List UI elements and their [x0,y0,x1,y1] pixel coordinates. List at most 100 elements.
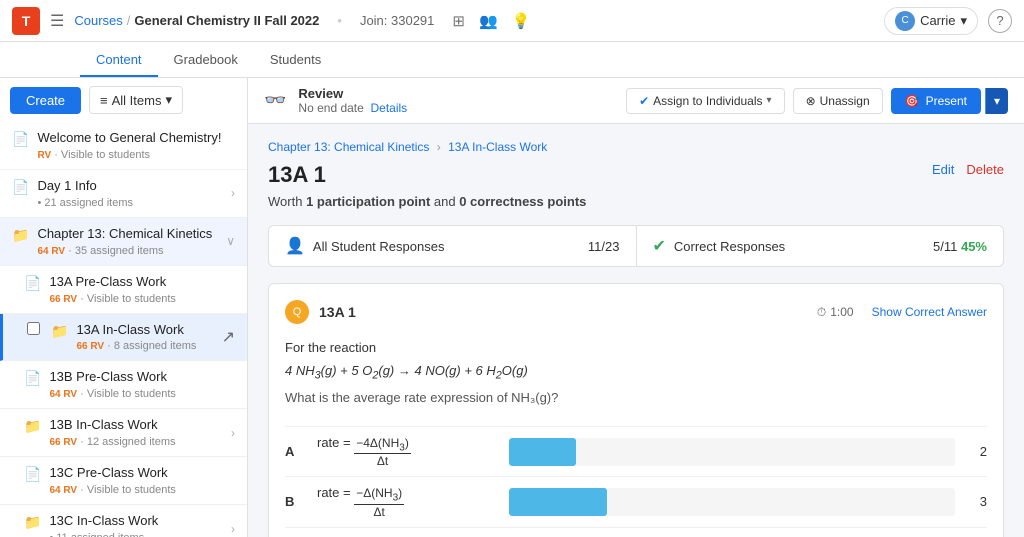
content-area: 👓 Review No end date Details ✔ Assign to… [248,78,1024,537]
filter-icon: ≡ [100,93,108,108]
sidebar-item-13a-in[interactable]: 📁 13A In-Class Work 66 RV · 8 assigned i… [0,314,247,362]
timer-value: 1:00 [830,305,853,319]
bc-ch13[interactable]: Chapter 13: Chemical Kinetics [268,140,429,154]
sidebar-item-day1[interactable]: 📄 Day 1 Info • 21 assigned items › [0,170,247,218]
question-text: What is the average rate expression of N… [285,386,987,409]
hamburger-icon[interactable]: ☰ [50,11,64,31]
item-title: 13A Pre-Class Work [49,274,235,291]
bc-13a[interactable]: 13A In-Class Work [448,140,547,154]
assign-caret-icon: ▾ [767,95,772,106]
check-icon: ✔ [639,94,649,108]
sidebar-item-13c-pre[interactable]: 📄 13C Pre-Class Work 64 RV · Visible to … [0,457,247,505]
answer-count-b: 3 [967,494,987,509]
item-title: Welcome to General Chemistry! [37,130,235,147]
tab-content[interactable]: Content [80,44,158,77]
sidebar-item-13a-pre[interactable]: 📄 13A Pre-Class Work 66 RV · Visible to … [0,266,247,314]
unassign-icon: ⊗ [806,94,816,108]
sub-nav: Content Gradebook Students [0,42,1024,78]
item-title: 13B Pre-Class Work [49,369,235,386]
sidebar-item-13b-pre[interactable]: 📄 13B Pre-Class Work 64 RV · Visible to … [0,361,247,409]
settings-icon[interactable]: ⊞ [452,12,465,30]
delete-button[interactable]: Delete [966,162,1004,177]
page-title: 13A 1 [268,162,326,188]
review-bar: 👓 Review No end date Details ✔ Assign to… [248,78,1024,124]
answer-bar-container-a [509,438,955,466]
sidebar-item-13c-in[interactable]: 📁 13C In-Class Work • 11 assigned items … [0,505,247,537]
folder-icon: 📁 [12,227,29,244]
main-content: Chapter 13: Chemical Kinetics › 13A In-C… [248,124,1024,537]
edit-delete-actions: Edit Delete [932,162,1004,177]
item-meta: • 21 assigned items [37,197,223,209]
create-button[interactable]: Create [10,87,81,114]
assign-to-individuals-button[interactable]: ✔ Assign to Individuals ▾ [626,88,785,114]
present-button[interactable]: 🎯 Present [891,88,981,114]
users-icon[interactable]: 👥 [479,12,498,30]
stats-row: 👤 All Student Responses 11/23 ✔ Correct … [268,225,1004,267]
answer-count-a: 2 [967,444,987,459]
item-title: 13C Pre-Class Work [49,465,235,482]
answer-row-a: A rate = −4Δ(NH3) Δt [285,426,987,476]
answer-row-b: B rate = −Δ(NH3) Δt [285,476,987,526]
show-correct-answer-link[interactable]: Show Correct Answer [872,305,987,319]
edit-button[interactable]: Edit [932,162,954,177]
review-title: Review [298,86,407,101]
nav-icons: ⊞ 👥 💡 [452,12,530,30]
details-link[interactable]: Details [370,101,407,115]
review-actions: ✔ Assign to Individuals ▾ ⊗ Unassign 🎯 P… [626,88,1008,114]
answer-letter-a: A [285,444,305,459]
answer-bar-a [509,438,576,466]
folder-icon: 📁 [51,323,68,340]
breadcrumb-sep: / [127,13,131,28]
item-title: 13C In-Class Work [49,513,223,530]
sidebar-item-welcome[interactable]: 📄 Welcome to General Chemistry! RV · Vis… [0,122,247,170]
review-noenddate: No end date [298,101,363,115]
answer-bar-container-b [509,488,955,516]
user-menu[interactable]: C Carrie ▾ [884,7,978,35]
present-dropdown-button[interactable]: ▾ [985,88,1008,114]
file-icon: 📄 [24,466,41,483]
user-chevron-icon: ▾ [960,13,967,29]
file-icon: 📄 [12,179,29,196]
sidebar: Create ≡ All Items ▾ 📄 Welcome to Genera… [0,78,248,537]
item-title: Chapter 13: Chemical Kinetics [37,226,218,243]
bulb-icon[interactable]: 💡 [512,12,531,30]
answer-bar-b [509,488,607,516]
avatar: C [895,11,915,31]
review-icon: 👓 [264,90,286,111]
tab-gradebook[interactable]: Gradebook [158,44,254,77]
unassign-button[interactable]: ⊗ Unassign [793,88,883,114]
question-header: Q 13A 1 ⏱ 1:00 Show Correct Answer [285,300,987,324]
tab-students[interactable]: Students [254,44,337,77]
sidebar-item-13b-in[interactable]: 📁 13B In-Class Work 66 RV · 12 assigned … [0,409,247,457]
review-sub: No end date Details [298,101,407,115]
question-equation: 4 NH3(g) + 5 O2(g) → 4 NO(g) + 6 H2O(g) [285,359,987,386]
item-meta: RV · Visible to students [37,149,235,161]
item-title: Day 1 Info [37,178,223,195]
breadcrumb-courses[interactable]: Courses [74,13,122,28]
question-label: 13A 1 [319,304,356,320]
question-body: For the reaction 4 NH3(g) + 5 O2(g) → 4 … [285,336,987,410]
present-label: Present [926,94,967,108]
sidebar-item-ch13[interactable]: 📁 Chapter 13: Chemical Kinetics 64 RV · … [0,218,247,266]
cursor-icon: ↗ [222,327,235,347]
chevron-right-icon: › [231,522,235,536]
question-card: Q 13A 1 ⏱ 1:00 Show Correct Answer For t… [268,283,1004,537]
filter-button[interactable]: ≡ All Items ▾ [89,86,183,114]
filter-chevron-icon: ▾ [165,92,172,108]
chevron-right-icon: › [231,186,235,200]
sidebar-header: Create ≡ All Items ▾ [0,78,247,122]
assign-label: Assign to Individuals [653,94,762,108]
correct-label: Correct Responses [674,239,785,254]
correct-responses-stat: ✔ Correct Responses 5/11 45% [636,226,1004,266]
review-info: Review No end date Details [298,86,407,115]
person-icon: 👤 [285,236,305,256]
item-checkbox[interactable] [27,322,40,335]
file-icon: 📄 [12,131,29,148]
item-meta: 66 RV · 8 assigned items [76,340,213,352]
filter-label: All Items [112,93,162,108]
help-button[interactable]: ? [988,9,1012,33]
checkbox-area [27,322,43,335]
breadcrumb: Courses / General Chemistry II Fall 2022 [74,13,319,28]
item-title: 13B In-Class Work [49,417,223,434]
correct-value: 5/11 45% [933,239,987,254]
